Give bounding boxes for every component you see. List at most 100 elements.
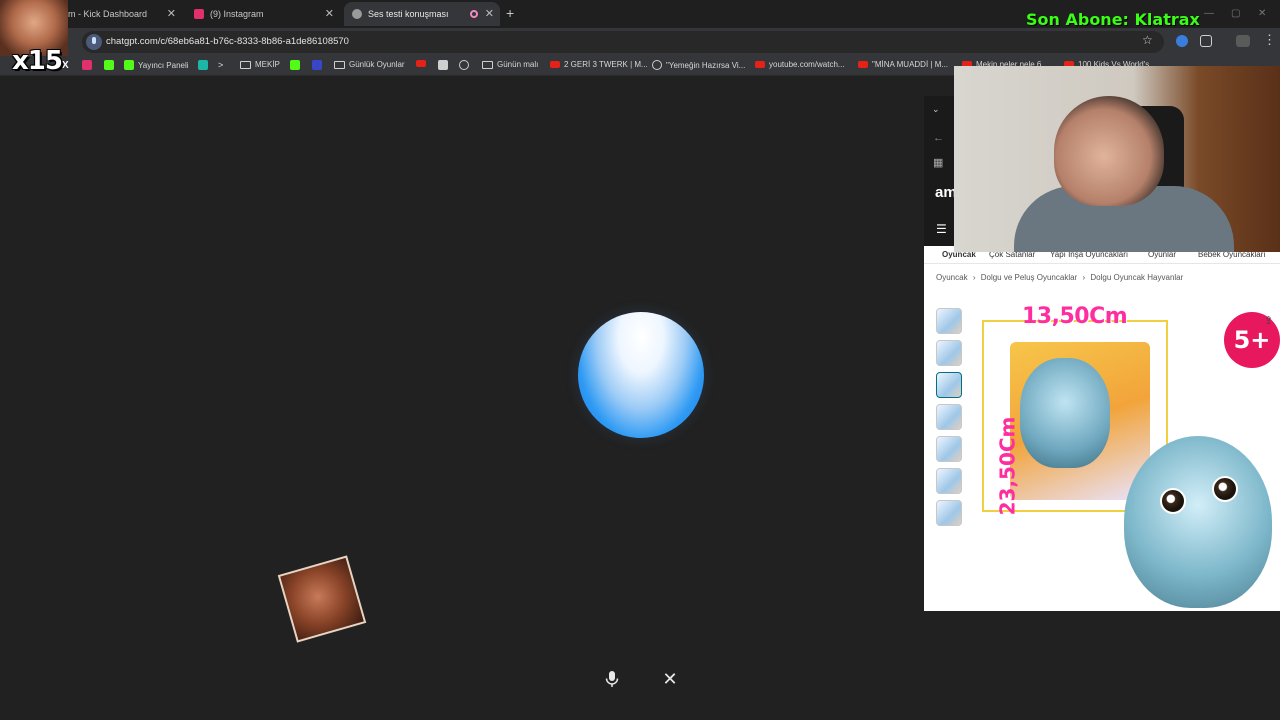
breadcrumb-separator: › bbox=[1082, 273, 1086, 282]
width-label: 13,50Cm bbox=[1022, 304, 1128, 329]
bookmark-mekip[interactable]: MEKİP bbox=[240, 60, 280, 69]
extension-icon[interactable] bbox=[1176, 35, 1188, 47]
profile-icon[interactable] bbox=[1236, 35, 1250, 47]
bookmark-kick-2[interactable] bbox=[290, 60, 304, 70]
product-thumbnail[interactable] bbox=[936, 500, 962, 526]
bookmark-geri-twerk[interactable]: 2 GERİ 3 TWERK | M... bbox=[550, 60, 648, 69]
face-sticker bbox=[277, 555, 367, 643]
window-close-icon[interactable]: ✕ bbox=[1258, 8, 1266, 19]
chatgpt-icon bbox=[352, 9, 362, 19]
bookmark-label: Günlük Oyunlar bbox=[349, 60, 405, 69]
youtube-icon bbox=[416, 60, 426, 67]
height-label: 23,50Cm bbox=[995, 416, 1020, 516]
bookmark-label: "Yemeğin Hazırsa Vi... bbox=[666, 60, 746, 70]
bookmark-kick[interactable] bbox=[104, 60, 118, 70]
bookmark-youtube-watch[interactable]: youtube.com/watch... bbox=[755, 60, 845, 69]
close-icon[interactable]: ✕ bbox=[485, 8, 494, 20]
minimize-icon[interactable]: — bbox=[1204, 8, 1214, 19]
tab-title: m - Kick Dashboard bbox=[68, 9, 148, 19]
product-thumbnail[interactable] bbox=[936, 468, 962, 494]
bookmark-yemegin[interactable]: "Yemeğin Hazırsa Vi... bbox=[652, 60, 745, 70]
tab-title: Ses testi konuşması bbox=[368, 9, 449, 19]
chevron-down-icon[interactable]: ⌄ bbox=[932, 104, 940, 115]
bookmark-label: Yayıncı Paneli bbox=[138, 60, 189, 70]
close-icon[interactable]: ✕ bbox=[167, 8, 176, 20]
bookmark-globe[interactable] bbox=[459, 60, 473, 70]
tab-instagram[interactable]: (9) Instagram ✕ bbox=[186, 2, 340, 26]
close-icon[interactable]: ✕ bbox=[325, 8, 334, 20]
multiplier-overlay: x15 bbox=[12, 46, 63, 76]
product-thumbnail[interactable] bbox=[936, 340, 962, 366]
bookmark-label: "MİNA MUADDİ | M... bbox=[872, 60, 949, 69]
bookmark-star-icon[interactable]: ☆ bbox=[1142, 33, 1153, 47]
toolbar: chatgpt.com/c/68eb6a81-b76c-8333-8b86-a1… bbox=[0, 28, 1280, 56]
bookmark-label: youtube.com/watch... bbox=[769, 60, 845, 69]
bookmark-gunun-mali[interactable]: Günün malı bbox=[482, 60, 538, 69]
tab-kick-dashboard[interactable]: m - Kick Dashboard ✕ bbox=[60, 2, 182, 26]
product-thumbnail[interactable] bbox=[936, 404, 962, 430]
kick-icon bbox=[124, 60, 134, 70]
bookmark-label: 2 GERİ 3 TWERK | M... bbox=[564, 60, 648, 69]
tab-title: (9) Instagram bbox=[210, 9, 264, 19]
webcam-overlay bbox=[954, 66, 1280, 252]
voice-orb bbox=[578, 312, 704, 438]
screen: m - Kick Dashboard ✕ (9) Instagram ✕ Ses… bbox=[0, 0, 1280, 720]
product-thumbnail[interactable] bbox=[936, 308, 962, 334]
folder-icon bbox=[240, 60, 251, 69]
bookmark-instagram[interactable] bbox=[82, 60, 96, 70]
app-icon bbox=[312, 60, 322, 70]
breadcrumb-separator: › bbox=[972, 273, 976, 282]
end-call-button[interactable]: ✕ bbox=[653, 662, 687, 696]
globe-icon bbox=[652, 60, 662, 70]
folder-icon bbox=[334, 60, 345, 69]
grid-icon[interactable]: ▦ bbox=[933, 156, 943, 169]
penguin-eye bbox=[1160, 488, 1186, 514]
streamer-head bbox=[1054, 96, 1164, 206]
menu-icon[interactable]: ⋮ bbox=[1263, 32, 1276, 48]
instagram-icon bbox=[194, 9, 204, 19]
x-icon: X bbox=[62, 60, 69, 71]
bookmark-yayinci-paneli[interactable]: Yayıncı Paneli bbox=[124, 60, 189, 70]
terminal-icon: > bbox=[218, 60, 224, 70]
youtube-icon bbox=[755, 61, 765, 68]
image-icon bbox=[438, 60, 448, 70]
penguin-in-box bbox=[1020, 358, 1110, 468]
tab-ses-testi[interactable]: Ses testi konuşması ✕ bbox=[344, 2, 500, 26]
amazon-header: ⌄ ← ▦ am ☰ bbox=[924, 96, 957, 254]
url-text: chatgpt.com/c/68eb6a81-b76c-8333-8b86-a1… bbox=[106, 36, 349, 47]
app-icon bbox=[198, 60, 208, 70]
microphone-permission-icon[interactable] bbox=[86, 34, 102, 50]
bookmark-x[interactable]: X bbox=[62, 60, 69, 71]
maximize-icon[interactable]: ▢ bbox=[1231, 8, 1240, 19]
bookmark-image[interactable] bbox=[438, 60, 452, 70]
breadcrumb-item[interactable]: Oyuncak bbox=[936, 273, 968, 282]
address-bar[interactable]: chatgpt.com/c/68eb6a81-b76c-8333-8b86-a1… bbox=[82, 31, 1164, 53]
breadcrumb-item[interactable]: Dolgu ve Peluş Oyuncaklar bbox=[981, 273, 1078, 282]
hamburger-menu-icon[interactable]: ☰ bbox=[936, 222, 947, 236]
new-tab-icon[interactable]: + bbox=[506, 5, 514, 21]
breadcrumb-item[interactable]: Dolgu Oyuncak Hayvanlar bbox=[1090, 273, 1183, 282]
product-thumbnail[interactable] bbox=[936, 436, 962, 462]
kick-icon bbox=[290, 60, 300, 70]
globe-icon bbox=[459, 60, 469, 70]
back-arrow-icon[interactable]: ← bbox=[933, 132, 944, 144]
product-thumbnail[interactable] bbox=[936, 372, 962, 398]
breadcrumb: Oyuncak › Dolgu ve Peluş Oyuncaklar › Do… bbox=[936, 273, 1186, 282]
bookmark-mina-muaddi[interactable]: "MİNA MUADDİ | M... bbox=[858, 60, 948, 69]
subscriber-banner: Son Abone: Klatrax bbox=[1026, 10, 1200, 29]
bookmark-youtube[interactable] bbox=[416, 60, 430, 67]
penguin-toy bbox=[1124, 436, 1272, 608]
bookmark-app-2[interactable] bbox=[312, 60, 326, 70]
bookmark-label: MEKİP bbox=[255, 60, 280, 69]
microphone-icon bbox=[605, 671, 619, 687]
microphone-button[interactable] bbox=[595, 662, 629, 696]
youtube-icon bbox=[858, 61, 868, 68]
bookmark-label: Günün malı bbox=[497, 60, 539, 69]
share-icon[interactable]: ⇪ bbox=[1264, 314, 1273, 327]
bookmark-app[interactable] bbox=[198, 60, 212, 70]
extensions-puzzle-icon[interactable] bbox=[1200, 35, 1212, 47]
bookmark-gunluk-oyunlar[interactable]: Günlük Oyunlar bbox=[334, 60, 405, 69]
bookmark-terminal[interactable]: > bbox=[218, 60, 223, 70]
recording-icon bbox=[470, 10, 478, 18]
close-icon: ✕ bbox=[662, 668, 678, 689]
